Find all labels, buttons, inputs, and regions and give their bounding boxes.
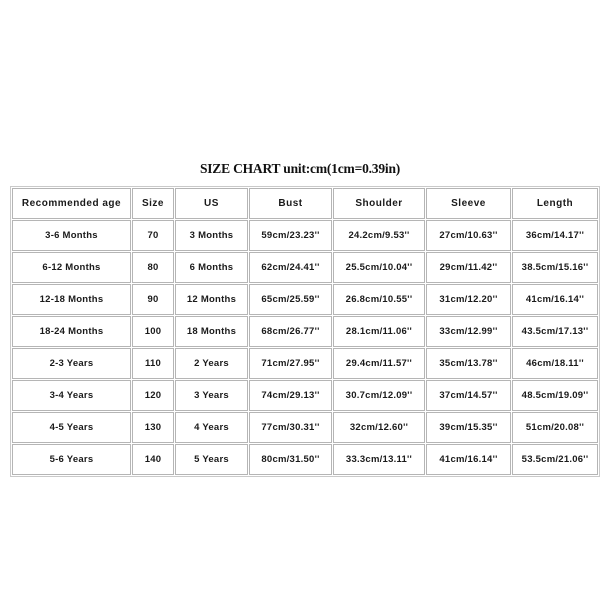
cell-size: 110 (132, 348, 174, 379)
cell-recommended-age: 6-12 Months (12, 252, 131, 283)
table-row: 12-18 Months 90 12 Months 65cm/25.59'' 2… (12, 284, 598, 315)
cell-shoulder: 30.7cm/12.09'' (333, 380, 425, 411)
column-header-recommended-age: Recommended age (12, 188, 131, 219)
table-row: 4-5 Years 130 4 Years 77cm/30.31'' 32cm/… (12, 412, 598, 443)
cell-bust: 74cm/29.13'' (249, 380, 332, 411)
cell-recommended-age: 2-3 Years (12, 348, 131, 379)
cell-size: 100 (132, 316, 174, 347)
column-header-length: Length (512, 188, 598, 219)
cell-bust: 62cm/24.41'' (249, 252, 332, 283)
table-row: 3-4 Years 120 3 Years 74cm/29.13'' 30.7c… (12, 380, 598, 411)
cell-sleeve: 27cm/10.63'' (426, 220, 511, 251)
cell-us: 6 Months (175, 252, 248, 283)
cell-sleeve: 33cm/12.99'' (426, 316, 511, 347)
column-header-size: Size (132, 188, 174, 219)
cell-shoulder: 24.2cm/9.53'' (333, 220, 425, 251)
page-title: SIZE CHART unit:cm(1cm=0.39in) (199, 161, 401, 176)
cell-sleeve: 35cm/13.78'' (426, 348, 511, 379)
cell-length: 48.5cm/19.09'' (512, 380, 598, 411)
column-header-us: US (175, 188, 248, 219)
table-header: Recommended age Size US Bust Shoulder Sl… (12, 188, 598, 219)
cell-bust: 71cm/27.95'' (249, 348, 332, 379)
cell-sleeve: 39cm/15.35'' (426, 412, 511, 443)
cell-recommended-age: 12-18 Months (12, 284, 131, 315)
size-chart-table: Recommended age Size US Bust Shoulder Sl… (10, 186, 600, 477)
cell-length: 36cm/14.17'' (512, 220, 598, 251)
cell-recommended-age: 3-4 Years (12, 380, 131, 411)
cell-sleeve: 29cm/11.42'' (426, 252, 511, 283)
cell-recommended-age: 18-24 Months (12, 316, 131, 347)
column-header-sleeve: Sleeve (426, 188, 511, 219)
cell-bust: 68cm/26.77'' (249, 316, 332, 347)
cell-us: 5 Years (175, 444, 248, 475)
table-header-row: Recommended age Size US Bust Shoulder Sl… (12, 188, 598, 219)
cell-length: 41cm/16.14'' (512, 284, 598, 315)
cell-shoulder: 28.1cm/11.06'' (333, 316, 425, 347)
cell-shoulder: 32cm/12.60'' (333, 412, 425, 443)
table-row: 5-6 Years 140 5 Years 80cm/31.50'' 33.3c… (12, 444, 598, 475)
cell-bust: 77cm/30.31'' (249, 412, 332, 443)
cell-recommended-age: 4-5 Years (12, 412, 131, 443)
table-body: 3-6 Months 70 3 Months 59cm/23.23'' 24.2… (12, 220, 598, 475)
cell-recommended-age: 5-6 Years (12, 444, 131, 475)
cell-bust: 65cm/25.59'' (249, 284, 332, 315)
cell-bust: 80cm/31.50'' (249, 444, 332, 475)
cell-us: 18 Months (175, 316, 248, 347)
cell-shoulder: 26.8cm/10.55'' (333, 284, 425, 315)
cell-us: 3 Months (175, 220, 248, 251)
table-row: 3-6 Months 70 3 Months 59cm/23.23'' 24.2… (12, 220, 598, 251)
column-header-shoulder: Shoulder (333, 188, 425, 219)
cell-bust: 59cm/23.23'' (249, 220, 332, 251)
cell-shoulder: 33.3cm/13.11'' (333, 444, 425, 475)
column-header-bust: Bust (249, 188, 332, 219)
cell-length: 38.5cm/15.16'' (512, 252, 598, 283)
cell-length: 46cm/18.11'' (512, 348, 598, 379)
cell-size: 70 (132, 220, 174, 251)
cell-us: 4 Years (175, 412, 248, 443)
size-chart-container: SIZE CHART unit:cm(1cm=0.39in) Recommend… (0, 0, 600, 600)
cell-size: 80 (132, 252, 174, 283)
cell-sleeve: 37cm/14.57'' (426, 380, 511, 411)
cell-us: 2 Years (175, 348, 248, 379)
cell-length: 51cm/20.08'' (512, 412, 598, 443)
cell-recommended-age: 3-6 Months (12, 220, 131, 251)
cell-us: 3 Years (175, 380, 248, 411)
cell-size: 90 (132, 284, 174, 315)
cell-length: 43.5cm/17.13'' (512, 316, 598, 347)
cell-shoulder: 29.4cm/11.57'' (333, 348, 425, 379)
cell-size: 130 (132, 412, 174, 443)
cell-sleeve: 41cm/16.14'' (426, 444, 511, 475)
cell-shoulder: 25.5cm/10.04'' (333, 252, 425, 283)
table-row: 2-3 Years 110 2 Years 71cm/27.95'' 29.4c… (12, 348, 598, 379)
cell-sleeve: 31cm/12.20'' (426, 284, 511, 315)
cell-size: 140 (132, 444, 174, 475)
cell-size: 120 (132, 380, 174, 411)
cell-us: 12 Months (175, 284, 248, 315)
table-row: 6-12 Months 80 6 Months 62cm/24.41'' 25.… (12, 252, 598, 283)
table-row: 18-24 Months 100 18 Months 68cm/26.77'' … (12, 316, 598, 347)
cell-length: 53.5cm/21.06'' (512, 444, 598, 475)
